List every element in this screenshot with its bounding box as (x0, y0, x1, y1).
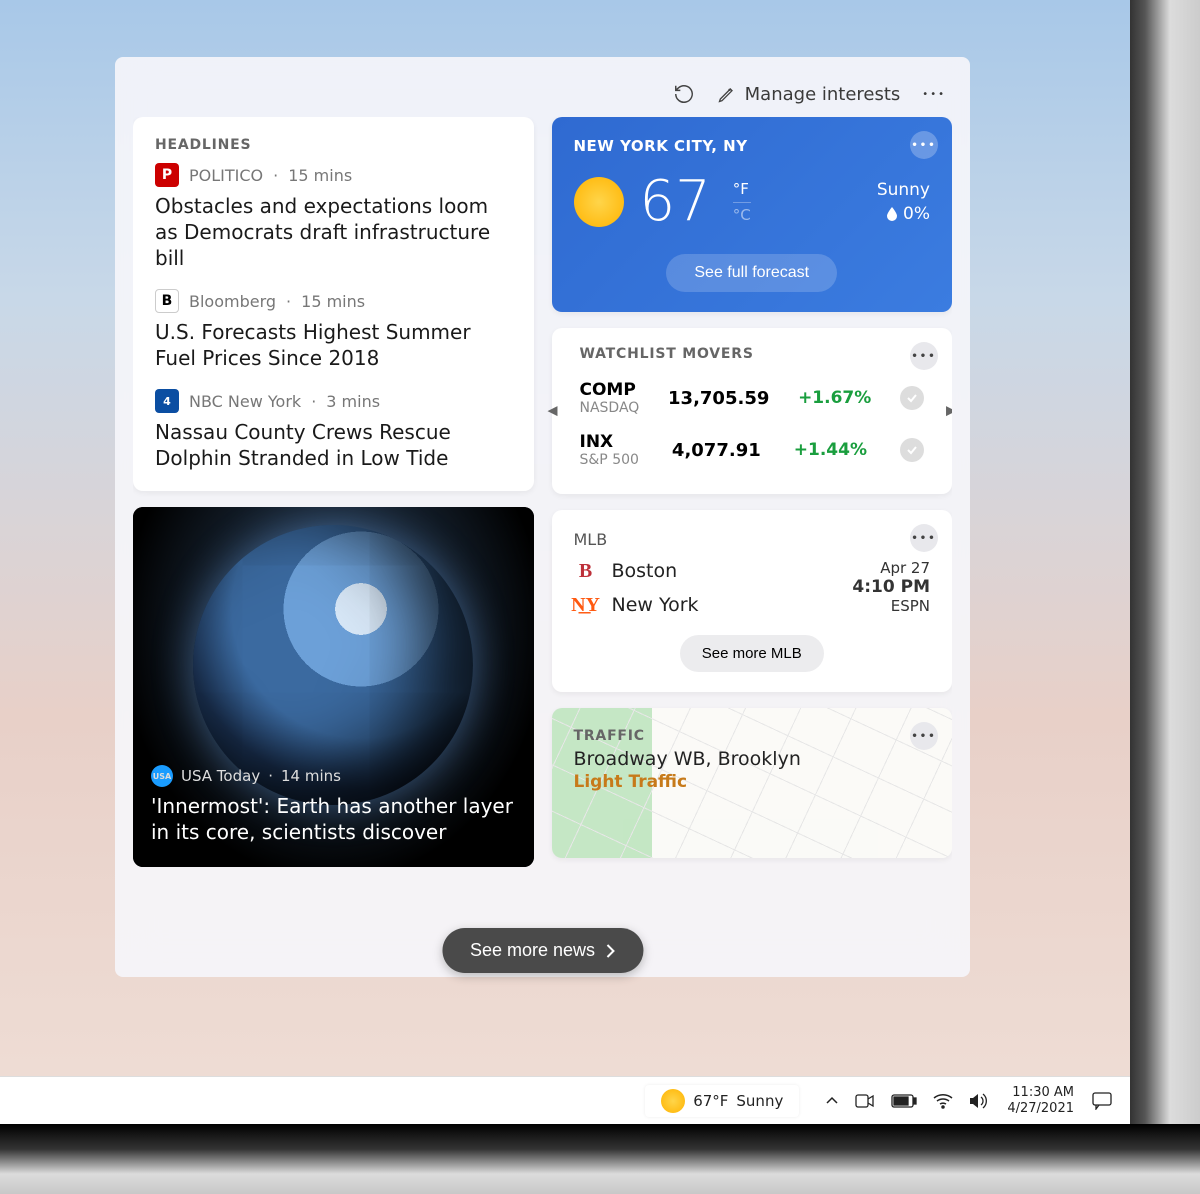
traffic-status: Light Traffic (574, 772, 931, 792)
pencil-icon (717, 84, 737, 104)
headlines-title: HEADLINES (155, 137, 512, 153)
mlb-time: 4:10 PM (852, 577, 930, 597)
mlb-more-button[interactable] (910, 524, 938, 552)
watchlist-prev-button[interactable]: ◀ (548, 404, 558, 419)
device-bezel-bottom (0, 1124, 1200, 1194)
watch-index: NASDAQ (580, 400, 640, 416)
headline-time: 15 mins (301, 292, 365, 311)
watchlist-card: ◀ ▶ WATCHLIST MOVERS COMP NASDAQ 13,705.… (552, 328, 953, 494)
mlb-date: Apr 27 (852, 559, 930, 577)
headline-source: NBC New York (189, 392, 301, 411)
headline-title: Nassau County Crews Rescue Dolphin Stran… (155, 419, 512, 471)
watch-change: +1.67% (798, 388, 871, 408)
headline-title: U.S. Forecasts Highest Summer Fuel Price… (155, 319, 512, 371)
traffic-title: TRAFFIC (574, 728, 931, 744)
taskbar-temp: 67°F (693, 1092, 728, 1110)
nbc-ny-icon: 4 (155, 389, 179, 413)
watch-symbol: INX (580, 432, 639, 452)
bloomberg-icon: B (155, 289, 179, 313)
see-forecast-button[interactable]: See full forecast (666, 254, 837, 292)
mlb-team[interactable]: N͟Y New York (574, 593, 699, 617)
weather-location: NEW YORK CITY, NY (574, 137, 931, 155)
unit-c[interactable]: °C (733, 202, 751, 224)
headline-time: 3 mins (326, 392, 380, 411)
taskbar-condition: Sunny (736, 1092, 783, 1110)
see-more-news-label: See more news (470, 940, 595, 961)
device-bezel-right (1130, 0, 1200, 1194)
headline-item[interactable]: P POLITICO · 15 mins Obstacles and expec… (155, 163, 512, 271)
traffic-location: Broadway WB, Brooklyn (574, 748, 931, 770)
traffic-card[interactable]: TRAFFIC Broadway WB, Brooklyn Light Traf… (552, 708, 953, 858)
watchlist-more-button[interactable] (910, 342, 938, 370)
mlb-team-name: Boston (612, 560, 678, 582)
watchlist-row[interactable]: INX S&P 500 4,077.91 +1.44% (580, 424, 925, 476)
watchlist-row[interactable]: COMP NASDAQ 13,705.59 +1.67% (580, 372, 925, 424)
mlb-network: ESPN (852, 597, 930, 615)
headline-time: 15 mins (288, 166, 352, 185)
check-icon[interactable] (900, 438, 924, 462)
refresh-icon (673, 83, 695, 105)
watchlist-next-button[interactable]: ▶ (946, 404, 952, 419)
image-news-time: 14 mins (281, 767, 341, 785)
tray-chevron-up-icon[interactable] (825, 1094, 839, 1108)
politico-icon: P (155, 163, 179, 187)
sun-icon (661, 1089, 685, 1113)
taskbar-time: 11:30 AM (1007, 1085, 1074, 1101)
taskbar-date: 4/27/2021 (1007, 1101, 1074, 1117)
mlb-team[interactable]: B Boston (574, 559, 699, 583)
red-sox-logo-icon: B (574, 559, 598, 583)
watch-symbol: COMP (580, 380, 640, 400)
watch-change: +1.44% (794, 440, 867, 460)
mets-logo-icon: N͟Y (574, 593, 598, 617)
mlb-card: MLB B Boston N͟Y New York Apr 27 (552, 510, 953, 692)
manage-interests-label: Manage interests (745, 84, 901, 105)
weather-humidity: 0% (903, 204, 930, 224)
mlb-title: MLB (574, 530, 931, 549)
chevron-right-icon (605, 944, 615, 958)
unit-f[interactable]: °F (733, 180, 751, 198)
watch-price: 4,077.91 (672, 440, 761, 461)
weather-condition: Sunny (877, 180, 930, 200)
image-news-card[interactable]: USA USA Today · 14 mins 'Innermost': Ear… (133, 507, 534, 867)
image-news-title: 'Innermost': Earth has another layer in … (151, 793, 516, 845)
volume-icon[interactable] (969, 1093, 989, 1109)
refresh-button[interactable] (673, 83, 695, 105)
wifi-icon[interactable] (933, 1093, 953, 1109)
headline-item[interactable]: B Bloomberg · 15 mins U.S. Forecasts Hig… (155, 289, 512, 371)
headline-source: POLITICO (189, 166, 263, 185)
taskbar-clock[interactable]: 11:30 AM 4/27/2021 (1007, 1085, 1074, 1116)
flyout-header: Manage interests (133, 71, 952, 117)
weather-card[interactable]: NEW YORK CITY, NY 67 °F °C Sunny (552, 117, 953, 312)
watch-index: S&P 500 (580, 452, 639, 468)
check-icon[interactable] (900, 386, 924, 410)
headline-item[interactable]: 4 NBC New York · 3 mins Nassau County Cr… (155, 389, 512, 471)
headlines-card: HEADLINES P POLITICO · 15 mins Obstacles… (133, 117, 534, 491)
mlb-team-name: New York (612, 594, 699, 616)
news-interests-flyout: Manage interests HEADLINES P POLITICO · … (115, 57, 970, 977)
taskbar-weather-button[interactable]: 67°F Sunny (645, 1085, 799, 1117)
watch-price: 13,705.59 (668, 388, 769, 409)
sun-icon (574, 177, 624, 227)
usa-today-icon: USA (151, 765, 173, 787)
droplet-icon (886, 207, 898, 221)
battery-icon[interactable] (891, 1094, 917, 1108)
traffic-more-button[interactable] (910, 722, 938, 750)
see-more-mlb-button[interactable]: See more MLB (680, 635, 824, 672)
manage-interests-button[interactable]: Manage interests (717, 84, 901, 105)
watchlist-title: WATCHLIST MOVERS (580, 346, 925, 362)
meet-now-icon[interactable] (855, 1093, 875, 1109)
weather-more-button[interactable] (910, 131, 938, 159)
headline-title: Obstacles and expectations loom as Democ… (155, 193, 512, 271)
flyout-more-button[interactable] (922, 89, 946, 100)
weather-temp: 67 (640, 169, 711, 234)
notifications-icon[interactable] (1092, 1092, 1112, 1110)
see-more-news-button[interactable]: See more news (442, 928, 643, 973)
image-news-source: USA Today (181, 767, 260, 785)
earth-illustration (193, 525, 473, 805)
weather-units-toggle[interactable]: °F °C (733, 180, 751, 224)
taskbar: 67°F Sunny 11:30 AM 4/27/2021 (0, 1076, 1130, 1124)
headline-source: Bloomberg (189, 292, 276, 311)
